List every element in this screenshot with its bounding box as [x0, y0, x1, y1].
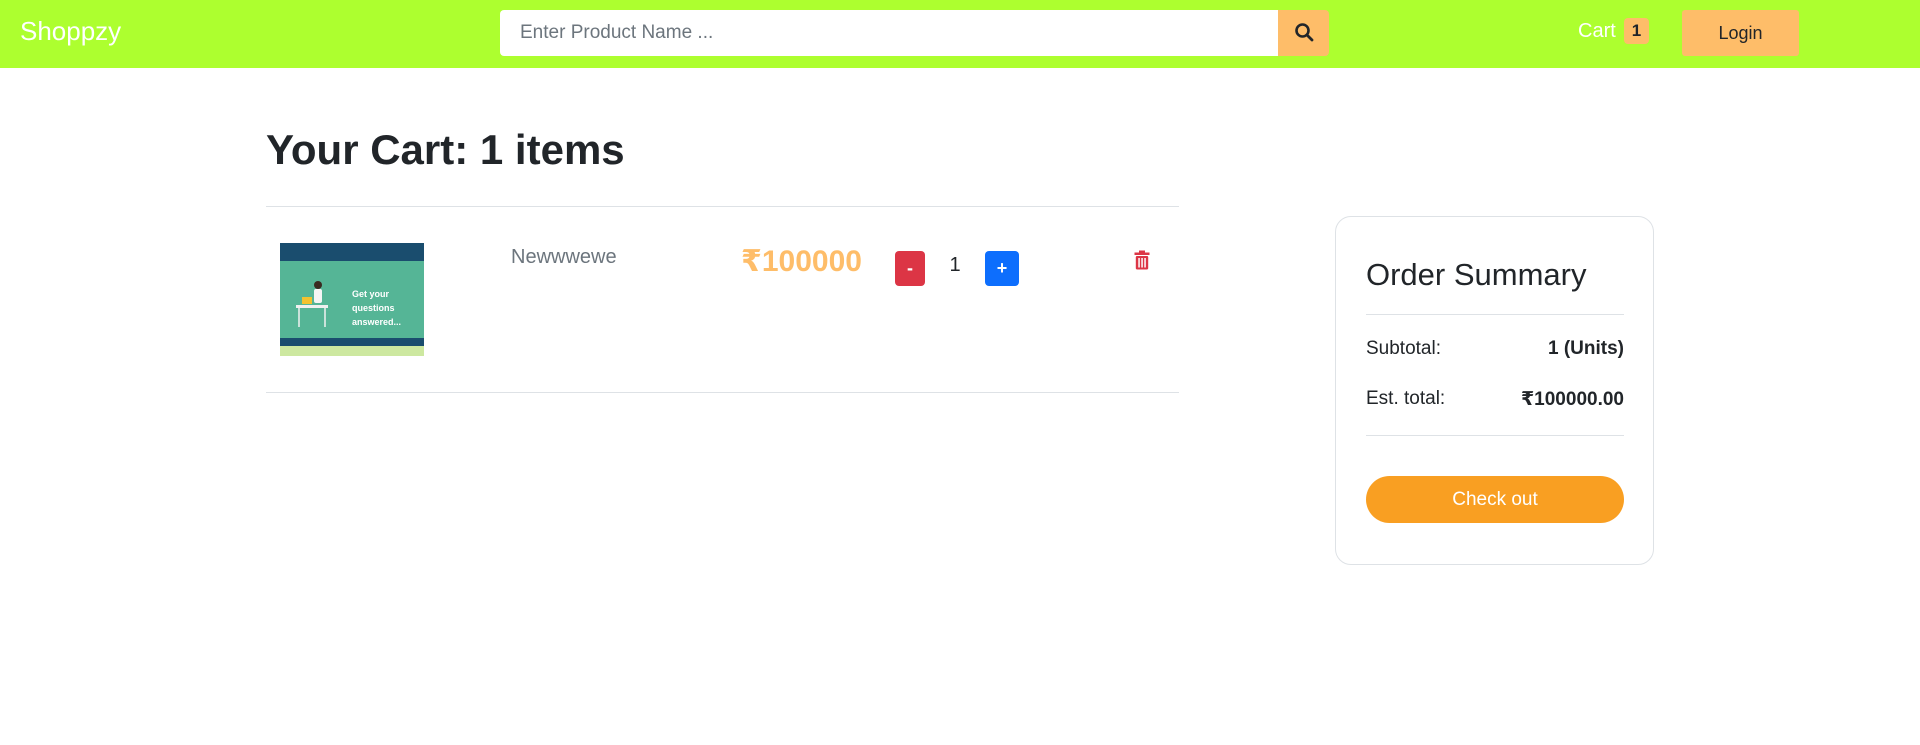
brand-logo[interactable]: Shoppzy: [20, 16, 121, 47]
increase-quantity-button[interactable]: +: [985, 251, 1019, 286]
cart-divider-bottom: [266, 392, 1179, 393]
cart-link[interactable]: Cart 1: [1578, 18, 1650, 44]
login-button[interactable]: Login: [1682, 10, 1799, 56]
order-summary-card: Order Summary Subtotal: 1 (Units) Est. t…: [1335, 216, 1654, 565]
search-bar: [500, 10, 1329, 56]
summary-divider-bottom: [1366, 435, 1624, 436]
page-title: Your Cart: 1 items: [266, 126, 625, 174]
total-row: Est. total: ₹100000.00: [1366, 388, 1624, 411]
total-label: Est. total:: [1366, 388, 1446, 409]
navbar: Shoppzy Cart 1 Login: [0, 0, 1920, 68]
summary-divider-top: [1366, 314, 1624, 315]
trash-icon: [1134, 250, 1150, 274]
thumbnail-illustration: [296, 281, 328, 327]
product-price: ₹100000: [741, 245, 862, 278]
thumbnail-header: [280, 243, 424, 261]
cart-heading-count: 1 items: [479, 126, 625, 173]
search-icon: [1294, 22, 1314, 45]
total-value: ₹100000.00: [1520, 389, 1624, 410]
thumbnail-caption-line-1: Get your questions: [352, 289, 395, 313]
thumbnail-caption: Get your questions answered...: [352, 287, 424, 329]
subtotal-row: Subtotal: 1 (Units): [1366, 338, 1624, 360]
product-thumbnail[interactable]: Get your questions answered...: [280, 243, 424, 356]
subtotal-label: Subtotal:: [1366, 338, 1441, 359]
cart-label: Cart: [1578, 19, 1616, 42]
product-name[interactable]: Newwwewe: [511, 246, 617, 269]
search-button[interactable]: [1278, 10, 1329, 56]
quantity-value: 1: [949, 254, 961, 276]
checkout-button[interactable]: Check out: [1366, 476, 1624, 523]
search-input[interactable]: [500, 10, 1278, 56]
thumbnail-caption-line-2: answered...: [352, 317, 402, 327]
thumbnail-footer: [280, 346, 424, 356]
subtotal-value: 1 (Units): [1548, 338, 1624, 359]
decrease-quantity-button[interactable]: -: [895, 251, 925, 286]
cart-heading-prefix: Your Cart:: [266, 126, 480, 173]
delete-item-button[interactable]: [1134, 250, 1154, 272]
thumbnail-footer-bar: [280, 338, 424, 346]
order-summary-title: Order Summary: [1366, 257, 1587, 292]
cart-divider-top: [266, 206, 1179, 207]
cart-count-badge: 1: [1623, 18, 1650, 44]
